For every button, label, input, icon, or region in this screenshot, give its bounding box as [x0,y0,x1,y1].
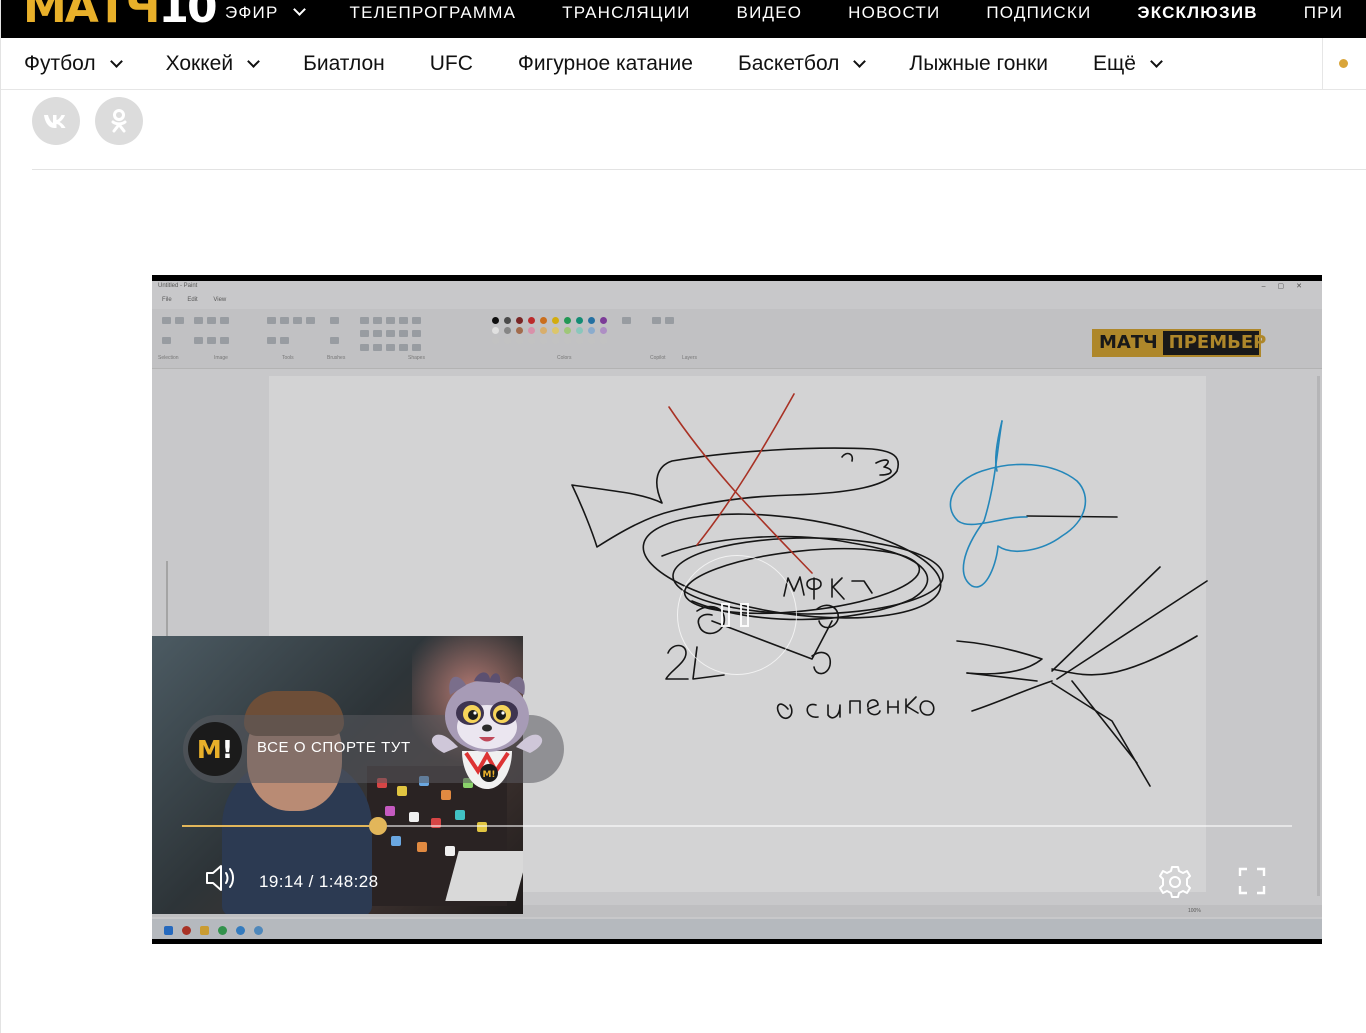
top-nav-item[interactable]: ТРАНСЛЯЦИИ [562,4,690,21]
top-nav-label: ПРИ [1303,2,1344,22]
pause-icon [740,603,749,627]
match-logo-icon: M! [188,722,242,776]
site-logo[interactable]: МАТЧ10 [23,0,218,33]
gear-icon[interactable] [1158,865,1192,899]
progress-fill [182,825,379,827]
sport-nav-label: UFC [429,52,473,75]
raccoon-mascot-icon: M! [431,672,543,789]
sport-nav-item[interactable]: Хоккей [165,52,260,76]
svg-text:M!: M! [482,770,495,780]
top-nav-label: НОВОСТИ [848,2,941,22]
chevron-down-icon [1150,54,1163,68]
top-nav-item[interactable]: ТЕЛЕПРОГРАММА [350,4,517,21]
ok-share-button[interactable] [95,97,143,145]
time-display: 19:14 / 1:48:28 [259,872,378,892]
top-nav-item[interactable]: ПРИ [1304,4,1343,21]
top-nav-item[interactable]: ЭФИР [225,2,306,22]
video-player[interactable]: Untitled - Paint –▢✕ File Edit View Sele… [152,275,1322,944]
sport-nav-item[interactable]: UFC [430,52,473,76]
top-nav-item[interactable]: ПОДПИСКИ [986,4,1091,21]
sport-nav-item[interactable]: Фигурное катание [518,52,693,76]
sport-nav-item[interactable]: Лыжные гонки [909,52,1048,76]
sport-nav-label: Хоккей [165,52,234,75]
sport-nav-item[interactable]: Ещё [1092,52,1163,76]
share-divider [32,169,1366,170]
sport-nav-item[interactable]: Баскетбол [737,52,867,76]
chevron-down-icon [247,54,260,68]
top-nav-label: ВИДЕО [736,2,803,22]
logo-text: МАТЧ [23,0,160,33]
promo-text: ВСЕ О СПОРТЕ ТУТ [257,739,411,756]
top-nav-item[interactable]: НОВОСТИ [848,4,940,21]
notification-dot[interactable] [1339,59,1348,68]
sport-nav-label: Биатлон [303,52,385,75]
main-nav: ЭФИР ТЕЛЕПРОГРАММА ТРАНСЛЯЦИИ ВИДЕО НОВОСТИ П… [225,0,1366,38]
time-separator: / [303,872,319,891]
vk-share-button[interactable] [32,97,80,145]
page: МАТЧ10 ЭФИР ТЕЛЕПРОГРАММА ТРАНСЛЯЦИИ ВИДЕО Н… [0,0,1366,1033]
vk-icon [44,115,66,128]
chevron-down-icon [109,54,123,68]
top-nav-label: ЭФИР [225,2,279,22]
volume-icon[interactable] [204,863,238,893]
sport-nav-label: Баскетбол [737,52,840,75]
top-nav-label: ТРАНСЛЯЦИИ [562,2,691,22]
logo-number: 10 [158,0,217,33]
sport-nav-label: Футбол [24,52,96,75]
sport-nav-label: Фигурное катание [517,52,693,75]
top-nav-label: ПОДПИСКИ [986,2,1092,22]
odnoklassniki-icon [111,109,127,133]
sport-nav-item[interactable]: Футбол [24,52,123,76]
promo-logo-letter: M [196,734,222,764]
sports-nav: Футбол Хоккей Биатлон UFC Фигурное катание Ба… [1,38,1366,90]
chevron-down-icon [853,54,867,68]
top-nav-label: ЭКСКЛЮЗИВ [1137,2,1258,22]
progress-bar[interactable] [182,817,1292,835]
nav-separator [1322,38,1323,90]
current-time: 19:14 [259,872,304,891]
top-bar: МАТЧ10 ЭФИР ТЕЛЕПРОГРАММА ТРАНСЛЯЦИИ ВИДЕО Н… [1,0,1366,38]
top-nav-item[interactable]: ВИДЕО [737,4,803,21]
top-nav-label: ТЕЛЕПРОГРАММА [349,2,517,22]
keyboard [445,851,523,901]
sport-nav-label: Ещё [1092,52,1136,75]
sport-nav-label: Лыжные гонки [909,52,1048,75]
pause-icon [721,603,730,627]
sport-nav-item[interactable]: Биатлон [303,52,385,76]
top-nav-item[interactable]: ЭКСКЛЮЗИВ [1137,4,1257,21]
pause-button[interactable] [677,555,797,675]
fullscreen-icon[interactable] [1238,867,1266,895]
chevron-down-icon [292,2,306,16]
video-frame: Untitled - Paint –▢✕ File Edit View Sele… [152,281,1322,939]
duration: 1:48:28 [318,872,379,891]
